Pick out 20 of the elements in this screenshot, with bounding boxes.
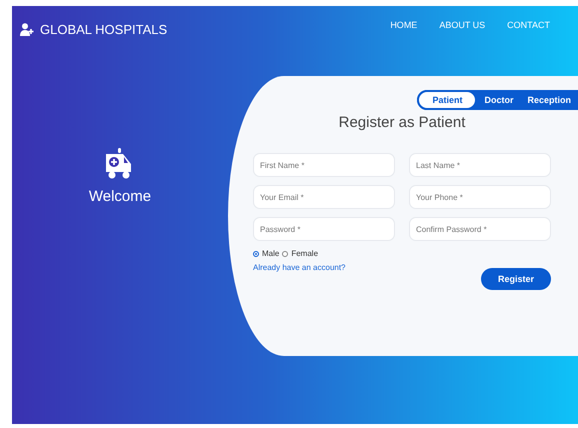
radio-button[interactable] — [282, 250, 288, 256]
input-field[interactable]: Password * — [253, 217, 395, 241]
role-tab[interactable]: Reception — [520, 90, 578, 110]
nav-link[interactable]: HOME — [390, 20, 418, 30]
role-tab[interactable]: Doctor — [477, 90, 520, 110]
input-field[interactable]: First Name * — [253, 153, 395, 177]
form-title: Register as Patient — [338, 114, 466, 131]
role-tab[interactable]: Patient — [417, 90, 478, 110]
radio-label: Female — [291, 249, 318, 258]
welcome-text: Welcome — [88, 188, 152, 205]
input-field[interactable]: Confirm Password * — [409, 217, 551, 241]
input-field[interactable]: Your Email * — [253, 185, 395, 209]
brand-name: GLOBAL HOSPITALS — [40, 22, 168, 36]
register-button[interactable]: Register — [481, 268, 551, 290]
radio-button[interactable] — [253, 250, 259, 256]
input-field[interactable]: Last Name * — [409, 153, 551, 177]
login-link[interactable]: Already have an account? — [253, 263, 346, 272]
user-plus-icon — [20, 22, 34, 36]
radio-label: Male — [262, 249, 280, 258]
input-field[interactable]: Your Phone * — [409, 185, 551, 209]
